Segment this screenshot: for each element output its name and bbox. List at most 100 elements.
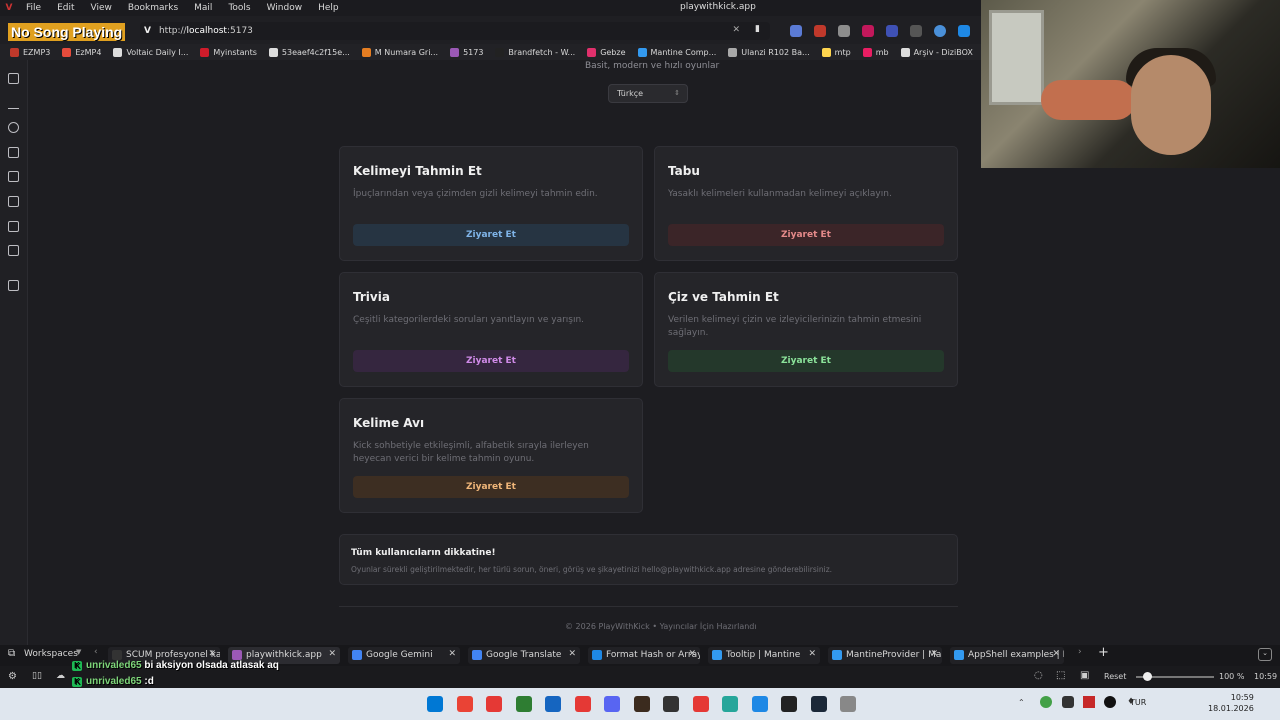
start-menu-icon[interactable] <box>427 696 443 712</box>
cloud-sync-icon[interactable]: ☁ <box>56 671 65 681</box>
bookmark-item[interactable]: Myinstants <box>200 47 257 57</box>
capture-icon[interactable]: ⬚ <box>1056 670 1065 681</box>
visit-button[interactable]: Ziyaret Et <box>668 224 944 246</box>
tray-overflow-icon[interactable]: ⌃ <box>1018 698 1025 707</box>
reading-list-panel-icon[interactable] <box>8 196 19 207</box>
bookmark-item[interactable]: Mantine Comp... <box>637 47 716 57</box>
menu-bookmarks[interactable]: Bookmarks <box>128 3 178 13</box>
image-toggle-icon[interactable]: ▣ <box>1080 670 1089 681</box>
taskbar-clock[interactable]: 10:59 18.01.2026 <box>1208 692 1254 714</box>
bookmark-item[interactable]: Voltaic Daily I... <box>113 47 188 57</box>
tab-scroll-left-icon[interactable]: ‹ <box>94 647 98 657</box>
bookmark-item[interactable]: EzMP4 <box>62 47 101 57</box>
taskbar-app-icon[interactable] <box>692 696 709 712</box>
tray-discord-icon[interactable] <box>1062 696 1074 708</box>
panel-toggle-icon[interactable]: ⚙ <box>8 671 17 682</box>
close-tab-icon[interactable]: ✕ <box>688 649 696 659</box>
visit-button[interactable]: Ziyaret Et <box>668 350 944 372</box>
extension-grid-icon[interactable] <box>886 25 898 37</box>
bookmark-item[interactable]: Gebze <box>587 47 626 57</box>
close-tab-icon[interactable]: ✕ <box>208 649 216 659</box>
tab-menu-icon[interactable]: ⌄ <box>1258 648 1272 661</box>
bookmark-item[interactable]: mb <box>862 47 889 57</box>
extension-record-icon[interactable] <box>814 25 826 37</box>
close-tab-icon[interactable]: ✕ <box>568 649 576 659</box>
browser-tab[interactable]: MantineProvider | Man ✕ <box>828 647 942 664</box>
page-actions-icon[interactable]: ◌ <box>1034 670 1043 681</box>
browser-tab[interactable]: Google Gemini ✕ <box>348 647 460 664</box>
taskbar-app-icon[interactable] <box>781 696 797 712</box>
visit-button[interactable]: Ziyaret Et <box>353 350 629 372</box>
menu-help[interactable]: Help <box>318 3 339 13</box>
bookmarks-panel-icon[interactable] <box>8 73 19 84</box>
bookmark-item[interactable]: EZMP3 <box>10 47 50 57</box>
close-tab-icon[interactable]: ✕ <box>448 649 456 659</box>
taskbar-app-icon[interactable] <box>840 696 856 712</box>
taskbar-app-icon[interactable] <box>810 696 827 712</box>
tab-scroll-right-icon[interactable]: › <box>1078 647 1082 657</box>
workspaces-icon[interactable]: ⧉ <box>8 648 15 659</box>
url-field[interactable]: V http://localhost:5173 ✕ ▮ <box>140 22 770 40</box>
taskbar-app-icon[interactable] <box>486 696 502 712</box>
chevron-down-icon[interactable]: ▼ <box>76 648 81 656</box>
extension-puzzle-icon[interactable] <box>862 25 874 37</box>
mail-panel-icon[interactable] <box>8 245 19 256</box>
taskbar-app-icon[interactable] <box>633 696 650 712</box>
tray-sync-icon[interactable] <box>1040 696 1052 708</box>
new-tab-icon[interactable]: + <box>1098 645 1109 660</box>
bookmark-icon[interactable]: ▮ <box>755 24 760 34</box>
notes-panel-icon[interactable] <box>8 147 19 158</box>
history-panel-icon[interactable] <box>8 122 19 133</box>
menu-file[interactable]: File <box>26 3 41 13</box>
close-tab-icon[interactable]: ✕ <box>808 649 816 659</box>
menu-edit[interactable]: Edit <box>57 3 74 13</box>
taskbar-app-icon[interactable] <box>722 696 738 712</box>
bookmark-item[interactable]: Brandfetch - W... <box>495 47 575 57</box>
menu-view[interactable]: View <box>91 3 112 13</box>
calendar-panel-icon[interactable] <box>8 221 19 232</box>
extension-sync-icon[interactable] <box>910 25 922 37</box>
menu-mail[interactable]: Mail <box>194 3 212 13</box>
tray-app-icon[interactable] <box>1104 696 1116 708</box>
browser-tab[interactable]: AppShell examples | M ✕ <box>950 647 1064 664</box>
close-tab-icon[interactable]: ✕ <box>930 649 938 659</box>
tray-language[interactable]: TUR <box>1130 698 1146 707</box>
site-info-icon[interactable]: V <box>144 26 151 36</box>
taskbar-app-icon[interactable] <box>604 696 620 712</box>
extension-globe-icon[interactable] <box>934 25 946 37</box>
bookmark-item[interactable]: M Numara Gri... <box>361 47 438 57</box>
add-web-panel-icon[interactable] <box>8 280 19 291</box>
browser-tab[interactable]: Tooltip | Mantine ✕ <box>708 647 820 664</box>
visit-button[interactable]: Ziyaret Et <box>353 224 629 246</box>
menu-window[interactable]: Window <box>267 3 303 13</box>
translate-panel-icon[interactable] <box>8 171 19 182</box>
tile-icon[interactable]: ▯▯ <box>32 671 42 681</box>
extension-check-icon[interactable] <box>958 25 970 37</box>
bookmark-item[interactable]: Ulanzi R102 Ba... <box>728 47 810 57</box>
close-tab-icon[interactable]: ✕ <box>328 649 336 659</box>
browser-tab[interactable]: Google Translate ✕ <box>468 647 580 664</box>
zoom-reset-button[interactable]: Reset <box>1104 672 1126 681</box>
translate-icon[interactable]: ✕ <box>732 25 740 35</box>
bookmark-item[interactable]: 53eaef4c2f15e... <box>268 47 350 57</box>
bookmark-item[interactable]: Arşiv - DiziBOX <box>900 47 973 57</box>
taskbar-app-icon[interactable] <box>751 696 768 712</box>
taskbar-app-icon[interactable] <box>574 696 591 712</box>
close-tab-icon[interactable]: ✕ <box>1052 649 1060 659</box>
workspaces-button[interactable]: Workspaces <box>24 649 78 659</box>
vivaldi-logo-icon[interactable]: V <box>0 3 18 13</box>
bookmark-item[interactable]: mtp <box>821 47 851 57</box>
taskbar-app-icon[interactable] <box>456 696 473 712</box>
extension-translate-icon[interactable] <box>790 25 802 37</box>
language-select[interactable]: Türkçe ⇕ <box>608 84 688 103</box>
browser-tab[interactable]: Format Hash or Array ✕ <box>588 647 700 664</box>
taskbar-app-icon[interactable] <box>545 696 561 712</box>
zoom-slider-handle[interactable] <box>1143 672 1152 681</box>
taskbar-app-icon[interactable] <box>515 696 532 712</box>
taskbar-app-icon[interactable] <box>663 696 679 712</box>
bookmark-item[interactable]: 5173 <box>450 47 483 57</box>
menu-tools[interactable]: Tools <box>228 3 250 13</box>
downloads-panel-icon[interactable] <box>8 98 19 109</box>
visit-button[interactable]: Ziyaret Et <box>353 476 629 498</box>
tray-flag-icon[interactable] <box>1083 696 1095 708</box>
